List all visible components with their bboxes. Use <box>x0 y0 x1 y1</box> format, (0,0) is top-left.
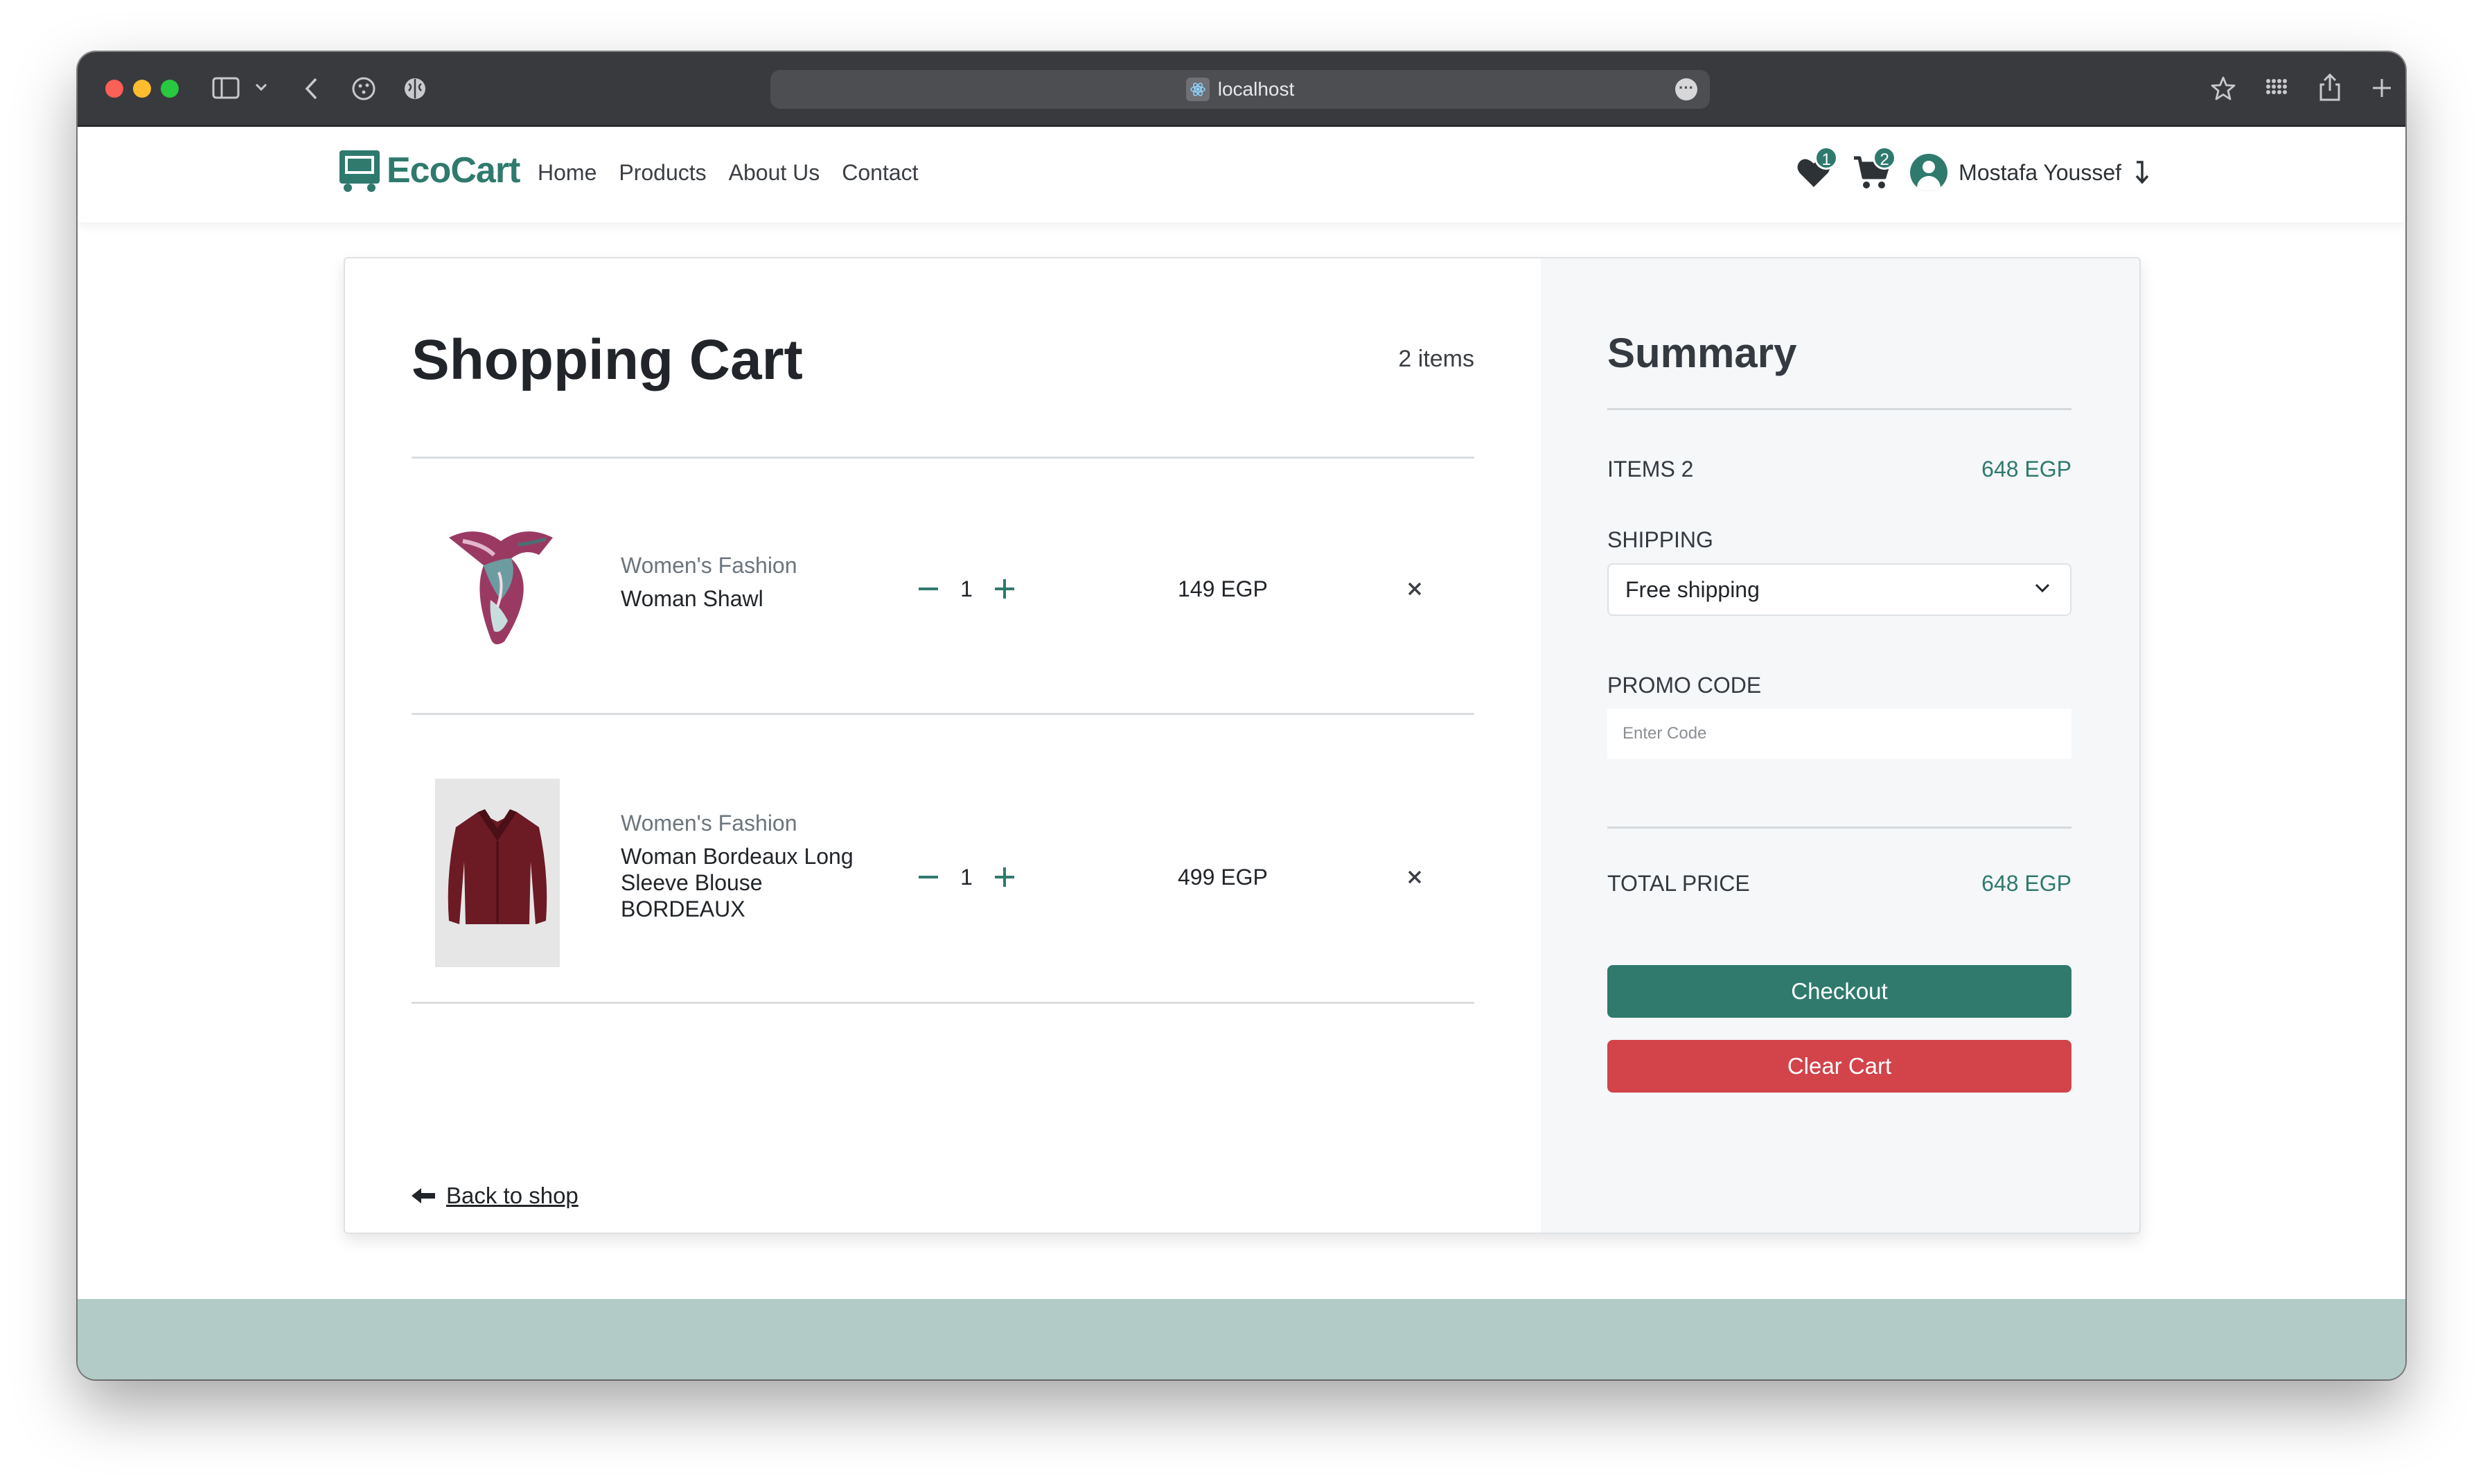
product-info: Women's Fashion Woman Bordeaux Long Slee… <box>621 811 870 922</box>
cart-panel: Shopping Cart 2 items Women's Fashion Wo… <box>345 258 1541 1233</box>
brand-logo[interactable]: EcoCart <box>338 148 520 193</box>
cart-logo-icon <box>339 150 380 192</box>
quantity-stepper: 1 <box>908 856 1025 898</box>
extension-brain-icon[interactable] <box>402 76 428 102</box>
cart-card: Shopping Cart 2 items Women's Fashion Wo… <box>344 257 2141 1234</box>
main-nav: Home Products About Us Contact <box>538 160 919 186</box>
browser-toolbar: localhost ··· <box>78 52 2405 127</box>
product-image-blouse[interactable] <box>435 779 560 967</box>
close-icon <box>1408 582 1422 596</box>
product-category: Women's Fashion <box>621 553 797 578</box>
product-category: Women's Fashion <box>621 811 797 836</box>
summary-title: Summary <box>1607 330 1797 376</box>
brand-name: EcoCart <box>387 150 520 191</box>
checkout-button[interactable]: Checkout <box>1607 965 2071 1018</box>
chevron-down-icon[interactable] <box>255 82 267 92</box>
remove-item-button[interactable] <box>1401 575 1429 603</box>
plus-icon <box>995 579 1014 599</box>
minus-icon <box>919 876 938 878</box>
avatar <box>1910 154 1948 191</box>
quantity-value: 1 <box>960 864 973 890</box>
quantity-stepper: 1 <box>908 568 1025 610</box>
wishlist-button[interactable]: 1 <box>1794 146 1839 193</box>
summary-panel: Summary ITEMS 2 648 EGP SHIPPING Free sh… <box>1541 258 2139 1233</box>
arrow-left-icon <box>412 1188 435 1203</box>
shipping-selected-value: Free shipping <box>1625 576 1760 602</box>
close-window-button[interactable] <box>105 80 123 98</box>
user-menu[interactable]: Mostafa Youssef <box>1910 154 2149 191</box>
nav-link-about[interactable]: About Us <box>729 160 820 186</box>
item-price: 499 EGP <box>1178 865 1268 890</box>
shipping-label: SHIPPING <box>1607 527 1713 552</box>
divider <box>412 1002 1474 1004</box>
sidebar-toggle-icon[interactable] <box>212 77 240 99</box>
logout-arrow-icon[interactable] <box>2132 160 2149 185</box>
product-info: Women's Fashion Woman Shawl <box>621 553 870 612</box>
close-icon <box>1408 870 1422 884</box>
product-name[interactable]: Woman Bordeaux Long Sleeve Blouse BORDEA… <box>621 843 870 922</box>
nav-actions: 1 2 Mostafa Youssef <box>1794 146 2149 193</box>
promo-code-label: PROMO CODE <box>1607 673 1762 698</box>
site-footer <box>78 1299 2405 1379</box>
nav-link-products[interactable]: Products <box>619 160 706 186</box>
divider <box>1607 408 2071 410</box>
back-to-shop-link[interactable]: Back to shop <box>412 1183 578 1209</box>
cart-item-row: Women's Fashion Woman Shawl 1 149 EGP <box>412 459 1474 714</box>
increase-quantity-button[interactable] <box>984 856 1025 898</box>
total-label: TOTAL PRICE <box>1607 871 1750 896</box>
back-icon[interactable] <box>303 77 319 100</box>
chevron-down-icon <box>2035 583 2050 593</box>
site-favicon-icon <box>1185 78 1210 101</box>
browser-window: localhost ··· EcoCart Home Products Abou… <box>78 52 2405 1379</box>
maximize-window-button[interactable] <box>161 80 179 98</box>
address-bar[interactable]: localhost ··· <box>770 70 1710 109</box>
share-icon[interactable] <box>2318 73 2342 102</box>
cart-item-row: Women's Fashion Woman Bordeaux Long Slee… <box>412 715 1474 970</box>
wishlist-count-badge: 1 <box>1814 146 1839 170</box>
cart-button[interactable]: 2 <box>1852 146 1897 193</box>
privacy-report-icon[interactable] <box>351 76 377 102</box>
quantity-value: 1 <box>960 576 973 601</box>
new-tab-plus-icon[interactable] <box>2371 77 2393 99</box>
items-subtotal-row: ITEMS 2 648 EGP <box>1607 457 2071 482</box>
bookmark-star-icon[interactable] <box>2210 76 2236 102</box>
item-price: 149 EGP <box>1178 576 1268 601</box>
items-label: ITEMS 2 <box>1607 457 1694 482</box>
remove-item-button[interactable] <box>1401 863 1429 891</box>
decrease-quantity-button[interactable] <box>908 568 949 610</box>
desktop: localhost ··· EcoCart Home Products Abou… <box>0 0 2483 1484</box>
site-navbar: EcoCart Home Products About Us Contact 1… <box>78 127 2405 222</box>
cart-count-badge: 2 <box>1873 146 1897 170</box>
divider <box>1607 827 2071 829</box>
promo-code-input[interactable] <box>1607 709 2071 759</box>
decrease-quantity-button[interactable] <box>908 856 949 898</box>
nav-link-home[interactable]: Home <box>538 160 597 186</box>
nav-link-contact[interactable]: Contact <box>842 160 918 186</box>
minimize-window-button[interactable] <box>133 80 151 98</box>
shipping-select[interactable]: Free shipping <box>1607 563 2071 616</box>
back-to-shop-label: Back to shop <box>446 1183 578 1208</box>
increase-quantity-button[interactable] <box>984 568 1025 610</box>
total-price-row: TOTAL PRICE 648 EGP <box>1607 871 2071 896</box>
product-name[interactable]: Woman Shawl <box>621 585 870 612</box>
page-menu-icon[interactable]: ··· <box>1675 78 1697 100</box>
page-title: Shopping Cart <box>412 328 803 391</box>
clear-cart-button[interactable]: Clear Cart <box>1607 1040 2071 1093</box>
minus-icon <box>919 588 938 590</box>
url-text: localhost <box>1217 78 1295 100</box>
total-value: 648 EGP <box>1981 871 2071 896</box>
product-image-shawl[interactable] <box>435 517 560 655</box>
cart-items-count: 2 items <box>1398 346 1474 372</box>
items-value: 648 EGP <box>1981 457 2071 482</box>
plus-icon <box>995 867 1014 887</box>
user-name: Mostafa Youssef <box>1959 159 2121 185</box>
grid-apps-icon[interactable] <box>2264 77 2289 102</box>
